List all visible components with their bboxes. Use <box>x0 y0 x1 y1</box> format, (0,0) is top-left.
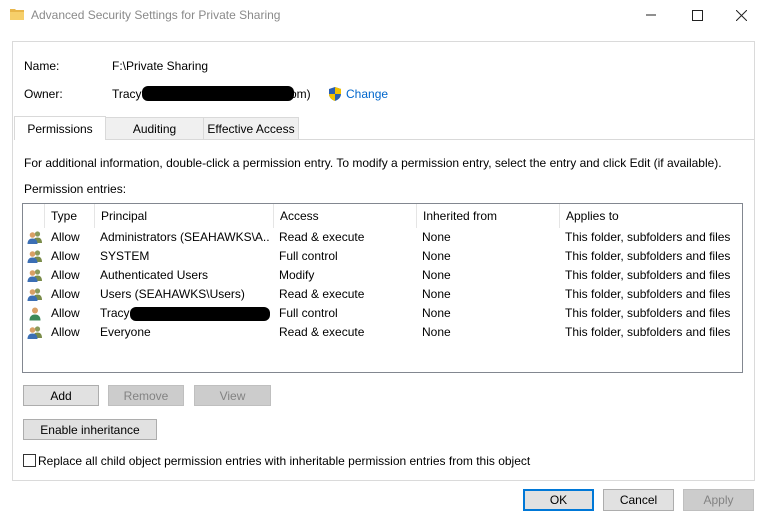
column-header-access[interactable]: Access <box>274 204 417 228</box>
permission-row[interactable]: Allow SYSTEM Full control None This folder, … <box>23 247 742 266</box>
cell-principal: Everyone <box>100 325 151 339</box>
close-icon <box>735 9 747 21</box>
cell-type: Allow <box>51 249 80 263</box>
title-bar: Advanced Security Settings for Private S… <box>0 0 763 30</box>
owner-value-start: Tracy <box>112 87 142 101</box>
principal-redaction <box>130 307 270 321</box>
cell-type: Allow <box>51 230 80 244</box>
minimize-button[interactable] <box>628 0 674 30</box>
cell-access: Read & execute <box>279 325 365 339</box>
cell-applies-to: This folder, subfolders and files <box>565 249 731 263</box>
cell-access: Read & execute <box>279 230 365 244</box>
info-text: For additional information, double-click… <box>24 156 722 170</box>
cell-principal: SYSTEM <box>100 249 150 263</box>
minimize-icon <box>646 10 656 20</box>
cell-inherited-from: None <box>422 230 451 244</box>
user-icon <box>27 306 43 321</box>
column-header-icon[interactable] <box>23 204 45 228</box>
ok-button[interactable]: OK <box>523 489 594 511</box>
enable-inheritance-button[interactable]: Enable inheritance <box>23 419 157 440</box>
cell-inherited-from: None <box>422 287 451 301</box>
cell-type: Allow <box>51 306 80 320</box>
maximize-icon <box>691 9 703 21</box>
cell-type: Allow <box>51 325 80 339</box>
tab-auditing-label: Auditing <box>132 121 177 136</box>
users-icon <box>27 230 43 245</box>
name-label: Name: <box>24 59 60 73</box>
users-icon <box>27 325 43 340</box>
column-header-inherited-from[interactable]: Inherited from <box>417 204 560 228</box>
owner-redaction <box>142 86 294 101</box>
permission-row[interactable]: Allow Users (SEAHAWKS\Users) Read & execut… <box>23 285 742 304</box>
users-icon <box>27 268 43 283</box>
cell-inherited-from: None <box>422 325 451 339</box>
tab-auditing[interactable]: Auditing <box>105 117 204 139</box>
cell-access: Full control <box>279 249 338 263</box>
close-button[interactable] <box>718 0 763 30</box>
tab-effective-access[interactable]: Effective Access <box>203 117 299 139</box>
permission-entries-list[interactable]: Type Principal Access Inherited from App… <box>22 203 743 373</box>
cell-principal: Authenticated Users <box>100 268 209 282</box>
cell-inherited-from: None <box>422 249 451 263</box>
tab-permissions[interactable]: Permissions <box>14 116 106 140</box>
owner-label: Owner: <box>24 87 63 101</box>
permission-row[interactable]: Allow Administrators (SEAHAWKS\A... Read &… <box>23 228 742 247</box>
add-button[interactable]: Add <box>23 385 99 406</box>
cell-applies-to: This folder, subfolders and files <box>565 230 731 244</box>
cell-type: Allow <box>51 287 80 301</box>
cell-inherited-from: None <box>422 268 451 282</box>
change-owner-link[interactable]: Change <box>346 87 388 101</box>
cell-access: Full control <box>279 306 338 320</box>
permission-row[interactable]: Allow Everyone Read & execute None This fold… <box>23 323 742 342</box>
cell-access: Read & execute <box>279 287 365 301</box>
tab-effective-access-label: Effective Access <box>207 121 295 136</box>
owner-value-end: om) <box>290 87 311 101</box>
column-header-principal[interactable]: Principal <box>95 204 274 228</box>
cell-access: Modify <box>279 268 315 282</box>
window-title: Advanced Security Settings for Private S… <box>31 8 281 22</box>
users-icon <box>27 249 43 264</box>
column-header-type[interactable]: Type <box>45 204 95 228</box>
view-button[interactable]: View <box>194 385 271 406</box>
permission-row[interactable]: Allow Tracy Full control None This folder, s… <box>23 304 742 323</box>
apply-button[interactable]: Apply <box>683 489 754 511</box>
replace-child-permissions-checkbox[interactable] <box>23 454 36 467</box>
folder-icon <box>10 7 24 21</box>
column-header-applies-to[interactable]: Applies to <box>560 204 742 228</box>
remove-button[interactable]: Remove <box>108 385 184 406</box>
maximize-button[interactable] <box>674 0 720 30</box>
cell-applies-to: This folder, subfolders and files <box>565 325 731 339</box>
cell-applies-to: This folder, subfolders and files <box>565 287 731 301</box>
name-value: F:\Private Sharing <box>112 59 209 73</box>
tab-divider <box>14 139 754 140</box>
tab-permissions-label: Permissions <box>27 121 93 136</box>
cell-principal: Administrators (SEAHAWKS\A... <box>100 230 270 244</box>
cancel-button[interactable]: Cancel <box>603 489 674 511</box>
cell-applies-to: This folder, subfolders and files <box>565 306 731 320</box>
cell-type: Allow <box>51 268 80 282</box>
permission-entries-label: Permission entries: <box>24 182 127 196</box>
replace-child-permissions-label[interactable]: Replace all child object permission entr… <box>38 454 530 468</box>
users-icon <box>27 287 43 302</box>
uac-shield-icon <box>327 86 343 102</box>
cell-principal: Users (SEAHAWKS\Users) <box>100 287 245 301</box>
cell-inherited-from: None <box>422 306 451 320</box>
cell-applies-to: This folder, subfolders and files <box>565 268 731 282</box>
permission-row[interactable]: Allow Authenticated Users Modify None This f… <box>23 266 742 285</box>
